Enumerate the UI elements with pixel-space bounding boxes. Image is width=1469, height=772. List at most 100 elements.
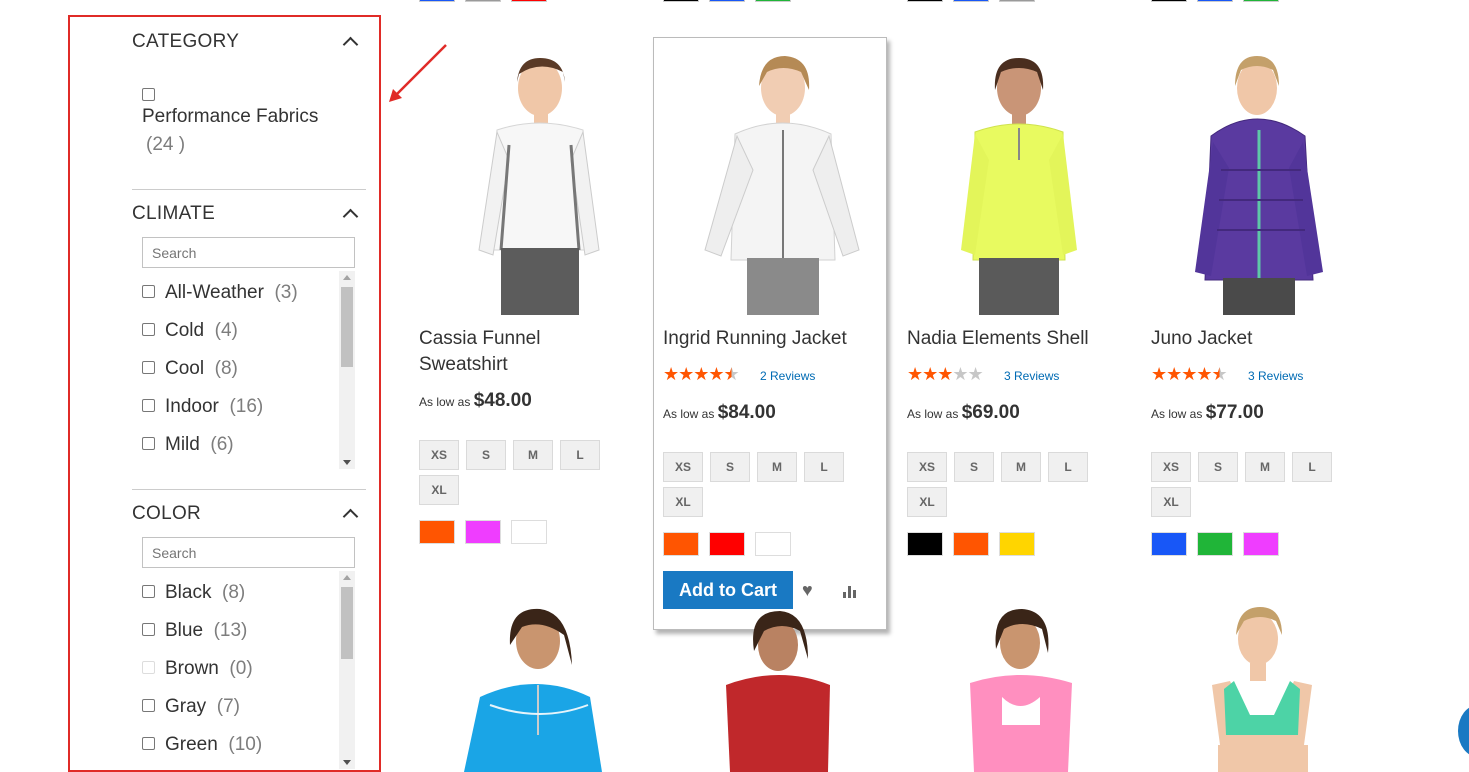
swatch[interactable]	[465, 0, 501, 2]
checkbox[interactable]	[142, 699, 155, 713]
size-option[interactable]: S	[1198, 452, 1238, 482]
compare-icon[interactable]	[841, 583, 859, 599]
product-image[interactable]	[917, 50, 1117, 315]
checkbox[interactable]	[142, 361, 155, 375]
climate-scrollbar[interactable]	[339, 271, 355, 469]
option-label[interactable]: All-Weather	[165, 282, 264, 303]
scroll-up-arrow-icon[interactable]	[343, 575, 351, 580]
checkbox[interactable]	[142, 623, 155, 637]
climate-search-input[interactable]	[142, 237, 355, 268]
color-swatch-red[interactable]	[709, 532, 745, 556]
product-name[interactable]: Nadia Elements Shell	[907, 326, 1121, 352]
checkbox[interactable]	[142, 399, 155, 413]
climate-option[interactable]: Cool (8)	[142, 357, 238, 381]
reviews-link[interactable]: 3 Reviews	[1248, 369, 1303, 383]
size-option[interactable]: L	[1048, 452, 1088, 482]
product-name[interactable]: Cassia Funnel Sweatshirt	[419, 326, 629, 378]
swatch[interactable]	[1243, 0, 1279, 2]
option-label[interactable]: Blue	[165, 620, 203, 641]
size-option[interactable]: XL	[419, 475, 459, 505]
size-option[interactable]: M	[1001, 452, 1041, 482]
swatch[interactable]	[419, 0, 455, 2]
size-option[interactable]: XS	[907, 452, 947, 482]
reviews-link[interactable]: 2 Reviews	[760, 369, 815, 383]
scroll-down-arrow-icon[interactable]	[343, 760, 351, 765]
color-option[interactable]: Black (8)	[142, 581, 245, 605]
size-option[interactable]: M	[1245, 452, 1285, 482]
option-label[interactable]: Indoor	[165, 396, 219, 417]
product-image[interactable]	[430, 605, 630, 772]
filter-color-header[interactable]: COLOR	[132, 503, 366, 525]
color-swatch-green[interactable]	[1197, 532, 1233, 556]
option-label[interactable]: Green	[165, 734, 218, 755]
product-image[interactable]	[1190, 605, 1370, 772]
color-swatch-purple[interactable]	[1243, 532, 1279, 556]
scroll-thumb[interactable]	[341, 587, 353, 659]
climate-option[interactable]: Indoor (16)	[142, 395, 263, 419]
product-image[interactable]	[683, 50, 883, 315]
option-label[interactable]: Cool	[165, 358, 204, 379]
checkbox[interactable]	[142, 437, 155, 451]
color-option[interactable]: Blue (13)	[142, 619, 247, 643]
swatch[interactable]	[511, 0, 547, 2]
scroll-thumb[interactable]	[341, 287, 353, 367]
size-option[interactable]: S	[466, 440, 506, 470]
color-scrollbar[interactable]	[339, 571, 355, 769]
category-option-label[interactable]: Performance Fabrics	[142, 103, 318, 131]
checkbox[interactable]	[142, 88, 155, 102]
product-name[interactable]: Ingrid Running Jacket	[663, 326, 877, 352]
size-option[interactable]: XL	[907, 487, 947, 517]
size-option[interactable]: XL	[663, 487, 703, 517]
swatch[interactable]	[907, 0, 943, 2]
wishlist-heart-icon[interactable]: ♥	[802, 580, 813, 601]
scroll-down-arrow-icon[interactable]	[343, 460, 351, 465]
color-swatch-purple[interactable]	[465, 520, 501, 544]
size-option[interactable]: XS	[663, 452, 703, 482]
checkbox[interactable]	[142, 737, 155, 751]
swatch[interactable]	[999, 0, 1035, 2]
swatch[interactable]	[1151, 0, 1187, 2]
size-option[interactable]: M	[513, 440, 553, 470]
swatch[interactable]	[1197, 0, 1233, 2]
swatch[interactable]	[663, 0, 699, 2]
climate-option[interactable]: Mild (6)	[142, 433, 234, 457]
filter-title[interactable]: COLOR	[132, 503, 366, 525]
climate-option[interactable]: All-Weather (3)	[142, 281, 298, 305]
color-search-input[interactable]	[142, 537, 355, 568]
color-option[interactable]: Gray (7)	[142, 695, 240, 719]
color-swatch-orange[interactable]	[663, 532, 699, 556]
option-label[interactable]: Cold	[165, 320, 204, 341]
product-image[interactable]	[439, 50, 639, 315]
option-label[interactable]: Performance Fabrics	[142, 106, 318, 127]
color-swatch-orange[interactable]	[953, 532, 989, 556]
size-option[interactable]: XS	[1151, 452, 1191, 482]
size-option[interactable]: S	[710, 452, 750, 482]
filter-category-header[interactable]: CATEGORY	[132, 31, 366, 53]
filter-title[interactable]: CLIMATE	[132, 203, 366, 225]
size-option[interactable]: L	[804, 452, 844, 482]
product-image[interactable]	[690, 605, 870, 772]
color-option[interactable]: Green (10)	[142, 733, 262, 757]
chat-widget-button[interactable]	[1458, 705, 1469, 757]
color-swatch-black[interactable]	[907, 532, 943, 556]
color-swatch-white[interactable]	[755, 532, 791, 556]
product-image[interactable]	[1161, 50, 1361, 315]
size-option[interactable]: XS	[419, 440, 459, 470]
checkbox[interactable]	[142, 323, 155, 337]
filter-climate-header[interactable]: CLIMATE	[132, 203, 366, 225]
product-name[interactable]: Juno Jacket	[1151, 326, 1365, 352]
size-option[interactable]: S	[954, 452, 994, 482]
color-swatch-white[interactable]	[511, 520, 547, 544]
filter-title[interactable]: CATEGORY	[132, 31, 366, 53]
swatch[interactable]	[755, 0, 791, 2]
option-label[interactable]: Mild	[165, 434, 200, 455]
climate-option[interactable]: Cold (4)	[142, 319, 238, 343]
size-option[interactable]: M	[757, 452, 797, 482]
size-option[interactable]: L	[560, 440, 600, 470]
color-swatch-orange[interactable]	[419, 520, 455, 544]
checkbox[interactable]	[142, 585, 155, 599]
color-swatch-blue[interactable]	[1151, 532, 1187, 556]
option-label[interactable]: Black	[165, 582, 211, 603]
product-image[interactable]	[940, 605, 1120, 772]
size-option[interactable]: L	[1292, 452, 1332, 482]
